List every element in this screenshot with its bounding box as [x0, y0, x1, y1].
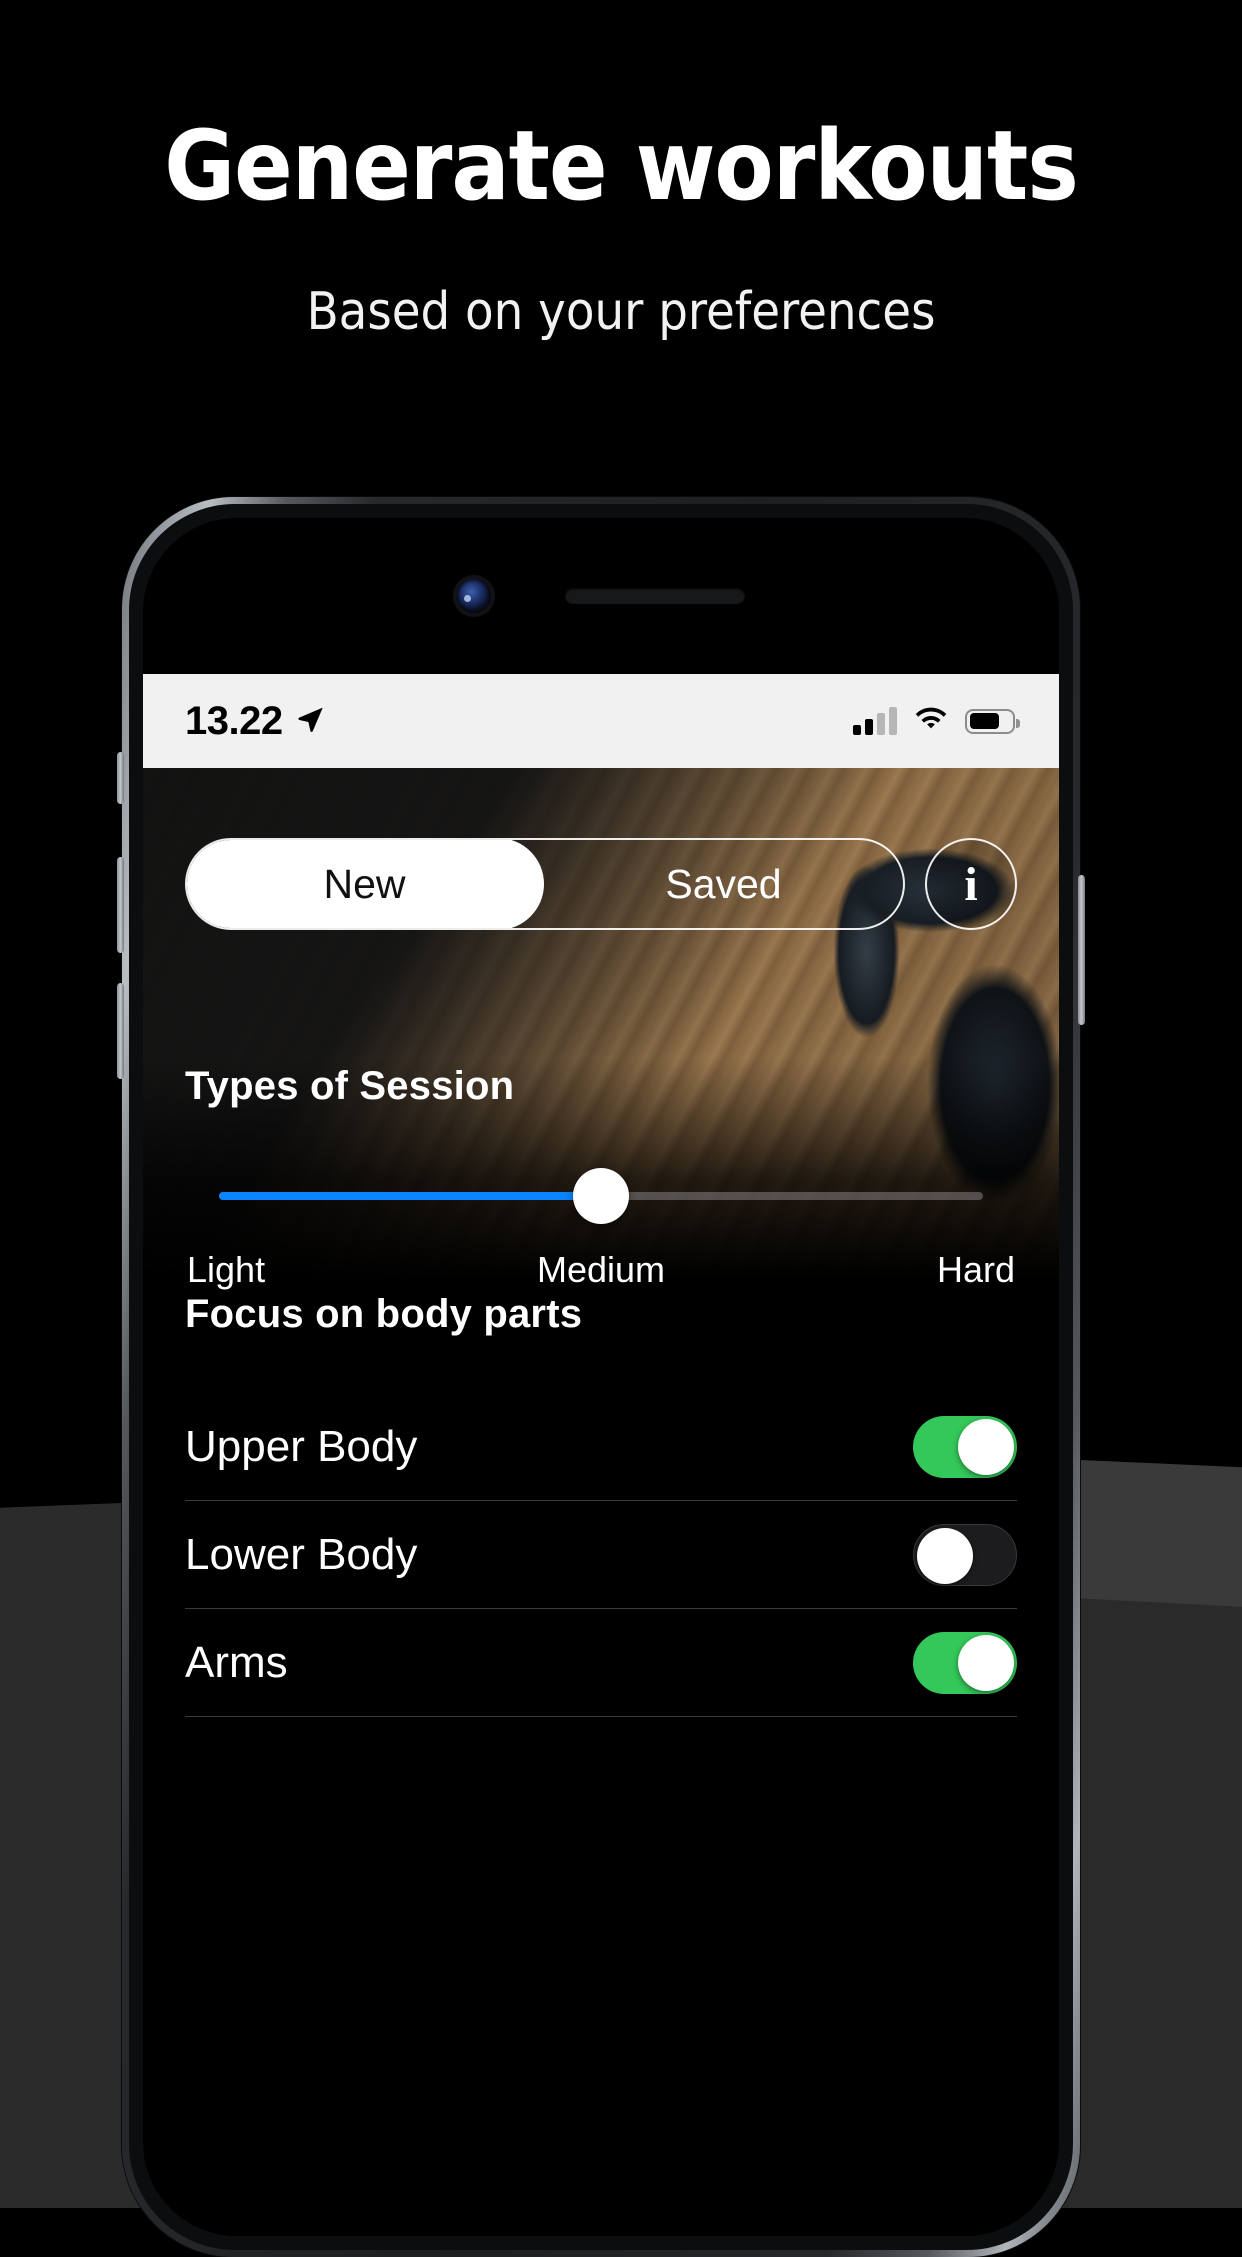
toggle-lower-body[interactable] — [913, 1523, 1017, 1586]
status-bar-right — [853, 706, 1020, 736]
phone-device-mockup: 13.22 New Saved i Types of Session Light… — [117, 497, 1085, 2257]
focus-label-arms: Arms — [185, 1637, 288, 1687]
info-button[interactable]: i — [925, 838, 1017, 930]
focus-body-parts-list: Upper Body Lower Body Arms — [185, 1393, 1017, 1717]
volume-down-button[interactable] — [117, 983, 124, 1079]
focus-row-lower-body: Lower Body — [185, 1501, 1017, 1609]
cellular-signal-icon — [853, 707, 897, 735]
slider-label-light: Light — [187, 1249, 266, 1290]
phone-body: 13.22 New Saved i Types of Session Light… — [143, 518, 1059, 2236]
status-bar-left: 13.22 — [185, 699, 325, 744]
slider-fill — [219, 1192, 601, 1200]
focus-row-arms: Arms — [185, 1609, 1017, 1717]
tab-saved[interactable]: Saved — [544, 840, 903, 928]
toggle-knob — [917, 1527, 973, 1584]
hero-section: New Saved i Types of Session Light Mediu… — [143, 768, 1059, 1290]
slider-track[interactable] — [219, 1168, 983, 1224]
location-arrow-icon — [295, 704, 325, 738]
focus-row-upper-body: Upper Body — [185, 1393, 1017, 1501]
slider-label-medium: Medium — [537, 1249, 666, 1290]
front-camera-icon — [457, 579, 491, 613]
volume-up-button[interactable] — [117, 857, 124, 953]
battery-icon — [965, 708, 1020, 734]
segmented-control[interactable]: New Saved — [185, 838, 905, 930]
toggle-knob — [958, 1634, 1014, 1691]
focus-body-parts-block: Focus on body parts Upper Body Lower Bod… — [185, 1292, 1017, 1717]
silent-switch-button[interactable] — [117, 752, 124, 804]
power-button[interactable] — [1078, 875, 1085, 1025]
toggle-arms[interactable] — [913, 1631, 1017, 1694]
toggle-upper-body[interactable] — [913, 1415, 1017, 1478]
focus-label-upper-body: Upper Body — [185, 1421, 418, 1471]
difficulty-slider[interactable] — [185, 1168, 1017, 1224]
promo-subheadline: Based on your preferences — [306, 282, 936, 342]
wifi-icon — [914, 706, 948, 736]
phone-top-hardware — [143, 518, 1059, 674]
slider-labels: Light Medium Hard — [185, 1249, 1017, 1291]
battery-fill — [969, 713, 1000, 729]
top-controls-row: New Saved i — [185, 838, 1017, 930]
app-screen: 13.22 New Saved i Types of Session Light… — [143, 674, 1059, 2236]
promo-headline: Generate workouts — [164, 110, 1079, 222]
tab-new[interactable]: New — [187, 840, 544, 928]
earpiece-speaker-icon — [565, 588, 745, 604]
toggle-knob — [958, 1418, 1014, 1475]
slider-label-hard: Hard — [936, 1249, 1015, 1290]
types-of-session-title: Types of Session — [185, 1064, 515, 1108]
focus-body-parts-title: Focus on body parts — [185, 1292, 583, 1336]
status-bar: 13.22 — [143, 674, 1059, 768]
phone-inner-frame: 13.22 New Saved i Types of Session Light… — [129, 504, 1073, 2250]
types-of-session-block: Types of Session Light Medium Hard — [185, 1064, 1017, 1291]
status-bar-time: 13.22 — [185, 698, 283, 743]
focus-label-lower-body: Lower Body — [185, 1529, 418, 1579]
slider-thumb[interactable] — [573, 1168, 629, 1224]
